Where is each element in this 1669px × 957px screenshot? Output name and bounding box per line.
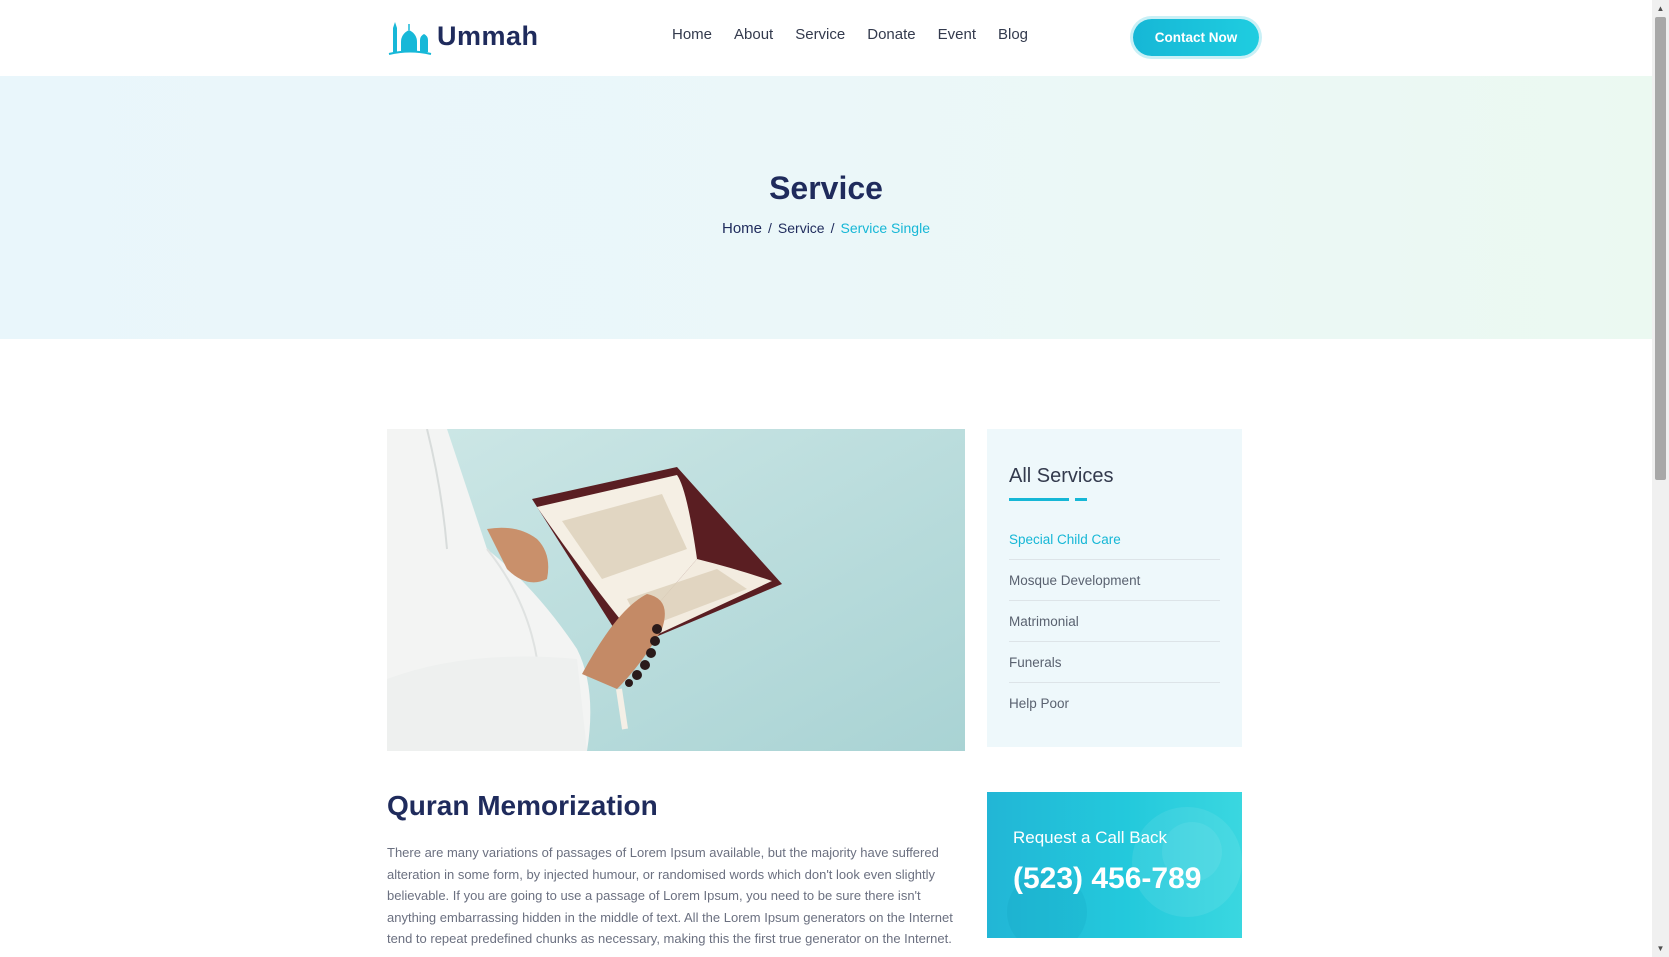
sidebar-item-mosque-development[interactable]: Mosque Development: [1009, 560, 1220, 601]
nav-donate[interactable]: Donate: [867, 26, 915, 43]
breadcrumb: Home / Service / Service Single: [0, 220, 1652, 237]
breadcrumb-separator: /: [768, 220, 772, 236]
sidebar-item-funerals[interactable]: Funerals: [1009, 642, 1220, 683]
scrollbar[interactable]: ▲ ▼: [1652, 0, 1669, 957]
logo-text: Ummah: [437, 20, 539, 51]
nav-home[interactable]: Home: [672, 26, 712, 43]
callback-phone[interactable]: (523) 456-789: [1013, 862, 1201, 896]
page-hero: Service Home / Service / Service Single: [0, 76, 1652, 339]
site-header: Ummah Home About Service Donate Event Bl…: [0, 0, 1652, 76]
triangle-up-icon[interactable]: ▲: [1652, 0, 1669, 17]
sidebar-item-special-child-care[interactable]: Special Child Care: [1009, 519, 1220, 560]
title-underline: [1009, 498, 1220, 501]
nav-service[interactable]: Service: [795, 26, 845, 43]
service-image: [387, 429, 965, 751]
scroll-thumb[interactable]: [1655, 17, 1666, 480]
sidebar-title: All Services: [1009, 465, 1114, 487]
mosque-icon: [388, 22, 432, 55]
breadcrumb-current: Service Single: [840, 220, 930, 236]
sidebar-item-matrimonial[interactable]: Matrimonial: [1009, 601, 1220, 642]
breadcrumb-separator: /: [830, 220, 835, 236]
breadcrumb-service[interactable]: Service: [778, 220, 825, 236]
service-title: Quran Memorization: [387, 790, 658, 821]
callback-label: Request a Call Back: [1013, 828, 1168, 847]
logo[interactable]: Ummah: [387, 16, 539, 56]
page-title: Service: [769, 170, 883, 206]
services-sidebar: All Services Special Child Care Mosque D…: [987, 429, 1242, 747]
contact-now-button[interactable]: Contact Now: [1133, 19, 1259, 56]
nav-blog[interactable]: Blog: [998, 26, 1028, 43]
triangle-down-icon[interactable]: ▼: [1652, 940, 1669, 957]
sidebar-item-help-poor[interactable]: Help Poor: [1009, 683, 1220, 724]
service-description: There are many variations of passages of…: [387, 845, 953, 947]
services-list: Special Child Care Mosque Development Ma…: [1009, 519, 1220, 724]
nav-event[interactable]: Event: [938, 26, 976, 43]
main-nav: Home About Service Donate Event Blog: [672, 26, 1050, 43]
breadcrumb-home[interactable]: Home: [722, 220, 762, 237]
request-callback-box[interactable]: Request a Call Back (523) 456-789: [987, 792, 1242, 938]
nav-about[interactable]: About: [734, 26, 773, 43]
